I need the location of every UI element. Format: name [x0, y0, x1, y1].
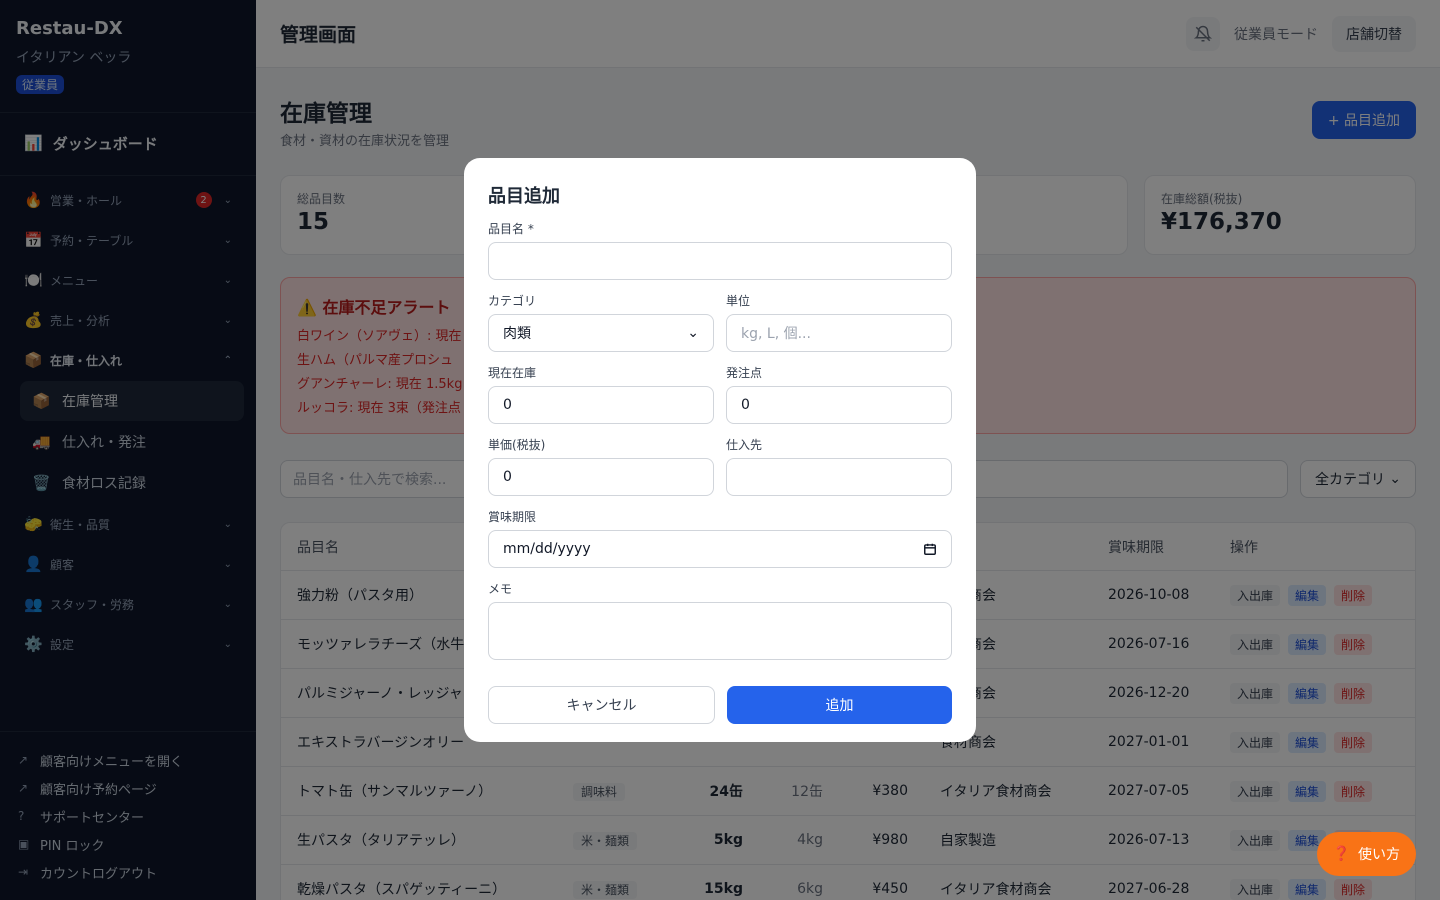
memo-textarea[interactable] — [488, 602, 952, 660]
modal-actions: キャンセル 追加 — [488, 686, 952, 724]
current-stock-input[interactable]: 0 — [488, 386, 714, 424]
question-icon: ❓ — [1332, 846, 1350, 862]
current-stock-label: 現在在庫 — [488, 366, 537, 380]
reorder-point-label: 発注点 — [726, 366, 763, 380]
item-name-input[interactable] — [488, 242, 952, 280]
submit-add-button[interactable]: 追加 — [727, 686, 952, 724]
form-row: カテゴリ 肉類 ⌄ 単位 kg, L, 個... — [488, 280, 952, 352]
add-item-modal: 品目追加 品目名 * カテゴリ 肉類 ⌄ 単位 kg, L, 個... 現在在庫… — [464, 158, 976, 742]
help-button-label: 使い方 — [1358, 847, 1400, 863]
item-name-label: 品目名 * — [488, 222, 534, 236]
form-row: 単価(税抜) 0 仕入先 — [488, 424, 952, 496]
expiry-label: 賞味期限 — [488, 510, 537, 524]
memo-label: メモ — [488, 582, 513, 596]
cancel-button[interactable]: キャンセル — [488, 686, 715, 724]
category-select-value: 肉類 — [503, 326, 531, 342]
help-button[interactable]: ❓ 使い方 — [1316, 832, 1416, 876]
modal-title: 品目追加 — [488, 186, 560, 207]
unit-price-label: 単価(税抜) — [488, 438, 546, 452]
category-select[interactable]: 肉類 ⌄ — [488, 314, 714, 352]
unit-price-input[interactable]: 0 — [488, 458, 714, 496]
calendar-icon[interactable] — [923, 542, 937, 556]
reorder-point-input[interactable]: 0 — [726, 386, 952, 424]
expiry-date-placeholder: mm/dd/yyyy — [503, 541, 591, 557]
expiry-date-input[interactable]: mm/dd/yyyy — [488, 530, 952, 568]
supplier-input[interactable] — [726, 458, 952, 496]
unit-input[interactable]: kg, L, 個... — [726, 314, 952, 352]
unit-label: 単位 — [726, 294, 751, 308]
form-row: 現在在庫 0 発注点 0 — [488, 352, 952, 424]
supplier-label: 仕入先 — [726, 438, 763, 452]
category-label: カテゴリ — [488, 294, 537, 308]
chevron-down-icon: ⌄ — [687, 325, 699, 341]
